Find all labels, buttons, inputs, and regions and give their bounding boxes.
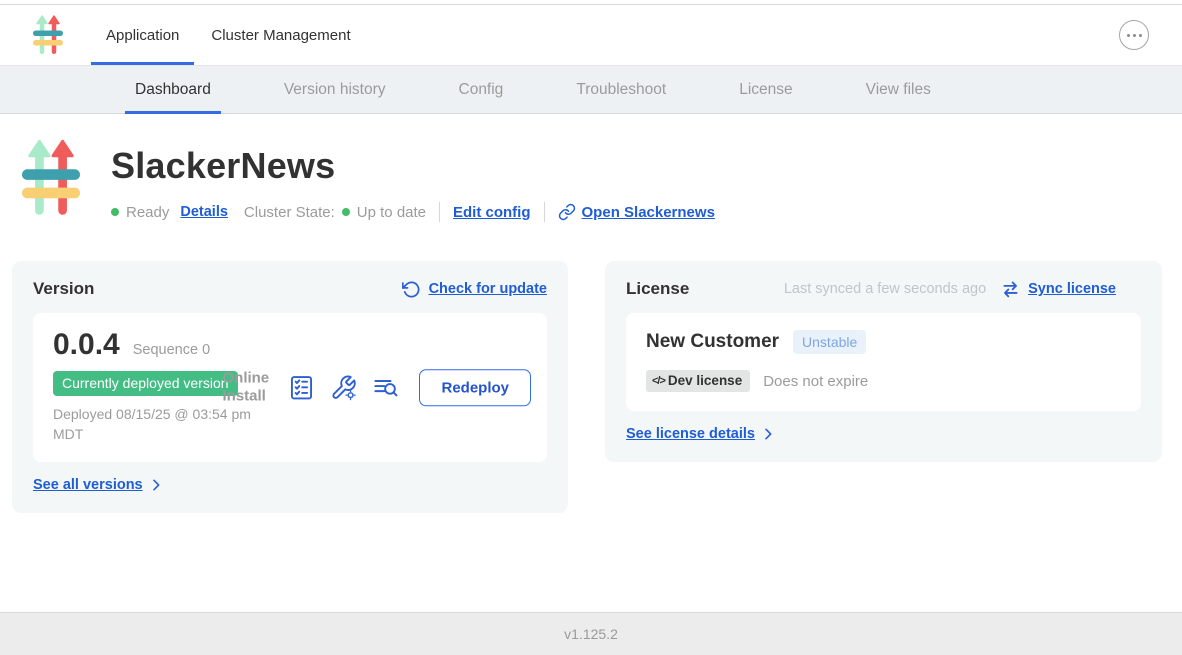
version-card-header: Version Check for update [33, 279, 547, 299]
customer-name: New Customer [646, 331, 779, 353]
sequence-label: Sequence 0 [133, 342, 210, 358]
see-license-details-link[interactable]: See license details [626, 426, 1141, 442]
view-logs-icon[interactable] [372, 374, 399, 401]
last-synced-label: Last synced a few seconds ago [784, 281, 986, 297]
deployed-version-badge: Currently deployed version [53, 371, 238, 396]
dev-license-badge: </> Dev license [646, 370, 750, 392]
version-card: Version Check for update 0.0.4 Sequence … [12, 261, 568, 513]
tab-cluster-management-label: Cluster Management [211, 27, 350, 44]
subnav-version-history-label: Version history [284, 81, 386, 99]
see-license-details-label: See license details [626, 426, 755, 442]
app-header-bar: Application Cluster Management [0, 5, 1182, 65]
footer: v1.125.2 [0, 612, 1182, 655]
subnav-troubleshoot-label: Troubleshoot [576, 81, 666, 99]
subnav-item-view-files[interactable]: View files [856, 66, 941, 113]
page-title: SlackerNews [111, 145, 715, 187]
app-subnav: Dashboard Version history Config Trouble… [0, 65, 1182, 114]
refresh-icon [402, 280, 421, 299]
cluster-status-dot [342, 208, 350, 216]
cluster-state-label: Cluster State: [244, 204, 335, 221]
subnav-config-label: Config [459, 81, 504, 99]
tab-application[interactable]: Application [91, 5, 194, 65]
primary-nav: Application Cluster Management [91, 5, 366, 65]
slackernews-logo-icon[interactable] [33, 15, 63, 55]
details-link[interactable]: Details [180, 204, 228, 220]
subnav-license-label: License [739, 81, 792, 99]
ellipsis-icon [1127, 34, 1142, 37]
expiry-label: Does not expire [763, 373, 868, 390]
license-type-row: </> Dev license Does not expire [646, 370, 1121, 392]
config-tools-icon[interactable] [330, 374, 357, 401]
dev-license-label: Dev license [668, 373, 742, 388]
dashboard-cards: Version Check for update 0.0.4 Sequence … [12, 261, 1162, 513]
app-status-row: Ready Details Cluster State: Up to date … [111, 202, 715, 222]
subnav-item-version-history[interactable]: Version history [274, 66, 396, 113]
overflow-menu-button[interactable] [1119, 20, 1149, 50]
open-slackernews-label: Open Slackernews [582, 204, 715, 221]
sync-license-action[interactable]: Sync license [1001, 280, 1116, 299]
customer-row: New Customer Unstable [646, 330, 1121, 354]
license-card-header: License Last synced a few seconds ago Sy… [626, 279, 1141, 299]
version-card-title: Version [33, 279, 94, 299]
license-details-panel: New Customer Unstable </> Dev license Do… [626, 313, 1141, 411]
subnav-item-config[interactable]: Config [449, 66, 514, 113]
version-number: 0.0.4 [53, 328, 120, 362]
ready-status-dot [111, 208, 119, 216]
license-card-title: License [626, 279, 689, 299]
chevron-right-icon [148, 477, 164, 493]
deployed-timestamp: Deployed 08/15/25 @ 03:54 pm MDT [53, 405, 265, 444]
main-content: SlackerNews Ready Details Cluster State:… [0, 114, 1182, 513]
license-card: License Last synced a few seconds ago Sy… [605, 261, 1162, 462]
divider [544, 202, 545, 222]
see-all-versions-label: See all versions [33, 477, 143, 493]
ready-status-label: Ready [126, 204, 169, 221]
tab-cluster-management[interactable]: Cluster Management [196, 5, 365, 65]
redeploy-button[interactable]: Redeploy [419, 369, 531, 406]
channel-badge: Unstable [793, 330, 866, 354]
code-icon: </> [652, 375, 665, 387]
cluster-state-value: Up to date [357, 204, 426, 221]
subnav-dashboard-label: Dashboard [135, 81, 211, 99]
subnav-item-dashboard[interactable]: Dashboard [125, 66, 221, 113]
preflight-checks-icon[interactable] [288, 374, 315, 401]
open-slackernews-link[interactable]: Open Slackernews [558, 203, 715, 221]
current-version-panel: 0.0.4 Sequence 0 Currently deployed vers… [33, 313, 547, 462]
app-icon [22, 139, 80, 222]
subnav-view-files-label: View files [866, 81, 931, 99]
version-number-row: 0.0.4 Sequence 0 [53, 328, 529, 362]
link-icon [558, 203, 576, 221]
subnav-item-license[interactable]: License [729, 66, 802, 113]
subnav-item-troubleshoot[interactable]: Troubleshoot [566, 66, 676, 113]
console-version-label: v1.125.2 [564, 626, 618, 642]
tab-application-label: Application [106, 27, 179, 44]
check-for-update-action[interactable]: Check for update [402, 280, 547, 299]
edit-config-link[interactable]: Edit config [453, 204, 531, 221]
check-for-update-label: Check for update [429, 281, 547, 297]
app-heading-section: SlackerNews Ready Details Cluster State:… [0, 114, 1182, 222]
sync-icon [1001, 280, 1020, 299]
divider [439, 202, 440, 222]
see-all-versions-link[interactable]: See all versions [33, 477, 547, 493]
install-type-label: Online Install [222, 369, 272, 407]
chevron-right-icon [760, 426, 776, 442]
version-actions: Online Install Redeploy [222, 369, 531, 407]
sync-license-label: Sync license [1028, 281, 1116, 297]
